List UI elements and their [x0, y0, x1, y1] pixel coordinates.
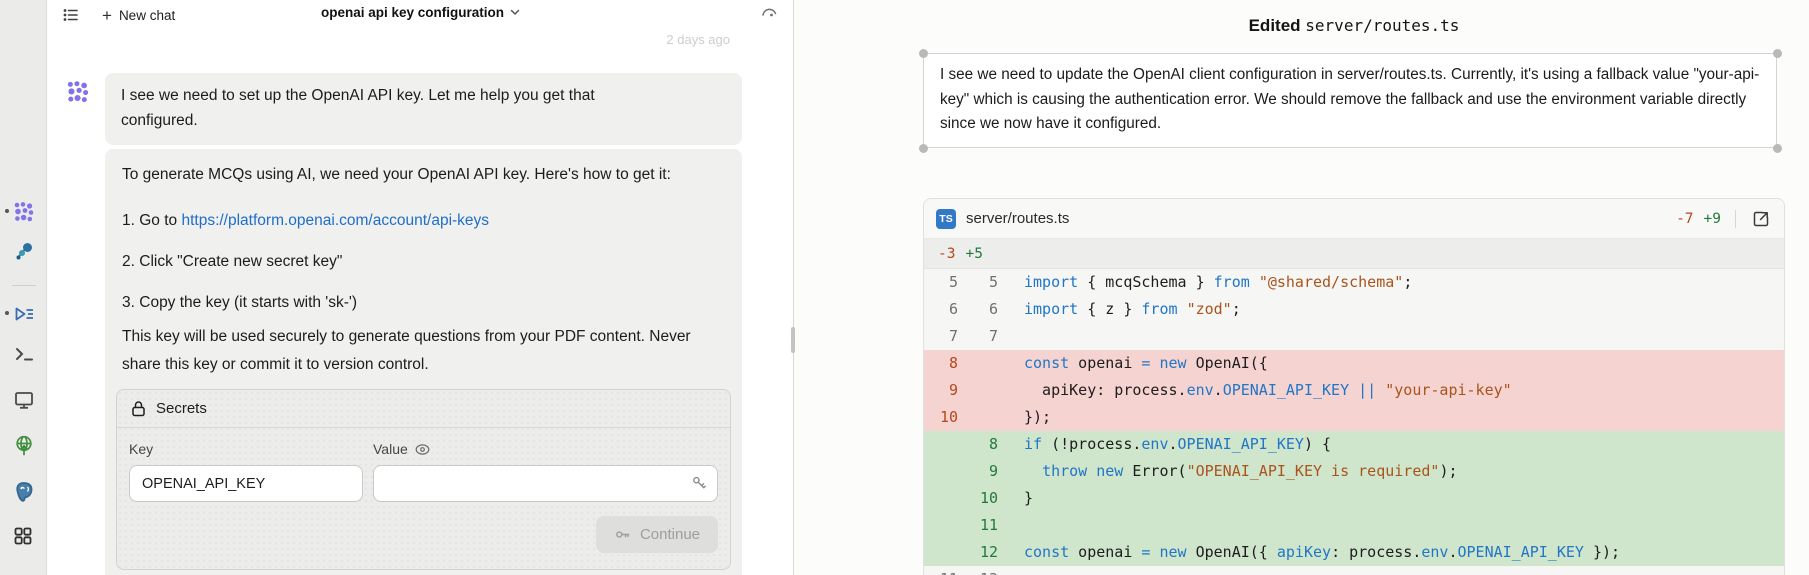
diff-row: 9 apiKey: process.env.OPENAI_API_KEY || … [924, 377, 1784, 404]
database-icon[interactable] [13, 480, 35, 504]
diff-row: 10}); [924, 404, 1784, 431]
added-count: +9 [1704, 211, 1721, 227]
list-item: 1. Go to https://platform.openai.com/acc… [122, 208, 725, 233]
selection-handle[interactable] [919, 144, 928, 153]
ts-badge: TS [936, 209, 956, 229]
shell-icon[interactable] [13, 343, 35, 365]
list-item: 3. Copy the key (it starts with 'sk-') [122, 290, 725, 315]
workflows-icon[interactable] [13, 303, 35, 325]
gauge-icon[interactable] [760, 4, 778, 22]
value-label: Value [373, 441, 718, 457]
api-keys-link[interactable]: https://platform.openai.com/account/api-… [181, 212, 489, 229]
chat-title-dropdown[interactable]: openai api key configuration [48, 5, 793, 20]
deployments-icon[interactable] [13, 434, 35, 456]
secret-key-input[interactable] [129, 465, 363, 502]
edit-description-box: I see we need to update the OpenAI clien… [923, 53, 1777, 148]
key-icon [614, 526, 631, 543]
diff-row: 11 [924, 512, 1784, 539]
panel-title: Edited server/routes.ts [923, 16, 1785, 36]
selection-handle[interactable] [919, 49, 928, 58]
diff-row: 66import { z } from "zod"; [924, 296, 1784, 323]
edit-description-text: I see we need to update the OpenAI clien… [940, 66, 1759, 132]
panel-divider[interactable] [793, 0, 794, 575]
eye-icon[interactable] [415, 444, 430, 455]
open-window-icon[interactable] [1750, 208, 1772, 230]
hunk-added: +5 [965, 246, 982, 262]
list-item: 2. Click "Create new secret key" [122, 249, 725, 274]
selection-handle[interactable] [1773, 49, 1782, 58]
diff-filename: server/routes.ts [966, 210, 1666, 227]
diff-row: 8if (!process.env.OPENAI_API_KEY) { [924, 431, 1784, 458]
assistant-icon[interactable] [13, 240, 35, 262]
agent-avatar-icon [66, 80, 90, 104]
message-timestamp: 2 days ago [666, 32, 730, 47]
panel-resize-handle[interactable] [791, 327, 795, 353]
diff-row: 55import { mcqSchema } from "@shared/sch… [924, 269, 1784, 296]
lock-icon [131, 400, 146, 417]
diff-row: 77 [924, 323, 1784, 350]
agent-icon[interactable] [13, 201, 35, 223]
secrets-body: Key Value [117, 428, 730, 569]
diff-row: 9 throw new Error("OPENAI_API_KEY is req… [924, 458, 1784, 485]
hunk-removed: -3 [938, 246, 955, 262]
removed-count: -7 [1676, 211, 1693, 227]
diff-row: 12const openai = new OpenAI({ apiKey: pr… [924, 539, 1784, 566]
agent-chat-panel: + New chat openai api key configuration … [48, 0, 793, 575]
diff-rows: 55import { mcqSchema } from "@shared/sch… [924, 269, 1784, 575]
diff-card: TS server/routes.ts -7 +9 -3 +5 55import… [923, 198, 1785, 575]
chevron-down-icon [510, 9, 520, 16]
secret-value-input[interactable] [373, 465, 718, 502]
diff-row: 1113 [924, 566, 1784, 575]
diff-row: 8const openai = new OpenAI({ [924, 350, 1784, 377]
secrets-card: Secrets Key Value [116, 389, 731, 570]
agent-message-text: To generate MCQs using AI, we need your … [122, 161, 687, 188]
workflows-active-dot [5, 311, 9, 315]
agent-message: To generate MCQs using AI, we need your … [105, 149, 742, 575]
steps-list: 1. Go to https://platform.openai.com/acc… [122, 208, 725, 315]
diff-row: 10} [924, 485, 1784, 512]
chat-topbar: + New chat openai api key configuration [48, 0, 793, 30]
key-label: Key [129, 441, 363, 457]
selection-handle[interactable] [1773, 144, 1782, 153]
continue-button[interactable]: Continue [596, 516, 718, 553]
chat-title-text: openai api key configuration [321, 5, 504, 20]
secrets-title: Secrets [156, 400, 207, 417]
app-window: + New chat openai api key configuration … [0, 0, 1809, 575]
agent-message: I see we need to set up the OpenAI API k… [105, 73, 742, 145]
edit-preview-panel: Edited server/routes.ts I see we need to… [796, 0, 1809, 575]
tool-rail [0, 0, 47, 575]
agent-active-dot [5, 209, 9, 213]
key-icon [690, 474, 708, 492]
diff-header: TS server/routes.ts -7 +9 [924, 199, 1784, 239]
continue-label: Continue [640, 526, 700, 543]
header-separator [1735, 210, 1736, 228]
agent-message-note: This key will be used securely to genera… [122, 323, 707, 379]
hunk-stats: -3 +5 [924, 239, 1784, 269]
output-icon[interactable] [13, 389, 35, 411]
all-tools-icon[interactable] [13, 526, 35, 546]
rail-divider [12, 285, 36, 286]
secrets-header: Secrets [117, 390, 730, 428]
agent-message-text: I see we need to set up the OpenAI API k… [121, 83, 651, 133]
